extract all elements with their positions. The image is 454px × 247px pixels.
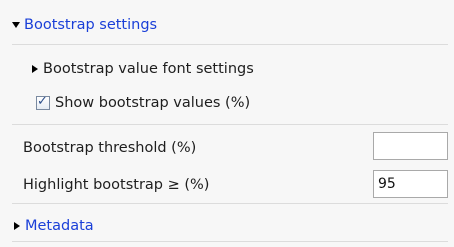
settings-panel: Bootstrap settings Bootstrap value font … [0,0,454,247]
triangle-right-icon[interactable] [32,65,38,73]
show-bootstrap-values-label[interactable]: Show bootstrap values (%) [55,95,250,111]
metadata-title[interactable]: Metadata [25,218,94,234]
divider [12,241,448,242]
bootstrap-font-settings-label[interactable]: Bootstrap value font settings [43,61,254,77]
divider [12,203,448,204]
bootstrap-settings-header[interactable]: Bootstrap settings [12,16,454,34]
triangle-down-icon[interactable] [12,22,20,28]
checkmark-icon: ✓ [37,94,48,109]
bootstrap-font-settings-header[interactable]: Bootstrap value font settings [32,60,454,78]
bootstrap-threshold-label: Bootstrap threshold (%) [23,140,197,156]
metadata-header[interactable]: Metadata [14,217,454,235]
show-bootstrap-values-row[interactable]: ✓ Show bootstrap values (%) [36,94,454,112]
highlight-bootstrap-input[interactable] [373,170,448,198]
highlight-bootstrap-label: Highlight bootstrap ≥ (%) [23,177,210,193]
divider [12,124,448,125]
triangle-right-icon[interactable] [14,222,20,230]
bootstrap-threshold-input[interactable] [373,132,448,160]
show-bootstrap-values-checkbox[interactable]: ✓ [36,94,50,110]
bootstrap-settings-title[interactable]: Bootstrap settings [24,17,157,33]
divider [12,44,448,45]
